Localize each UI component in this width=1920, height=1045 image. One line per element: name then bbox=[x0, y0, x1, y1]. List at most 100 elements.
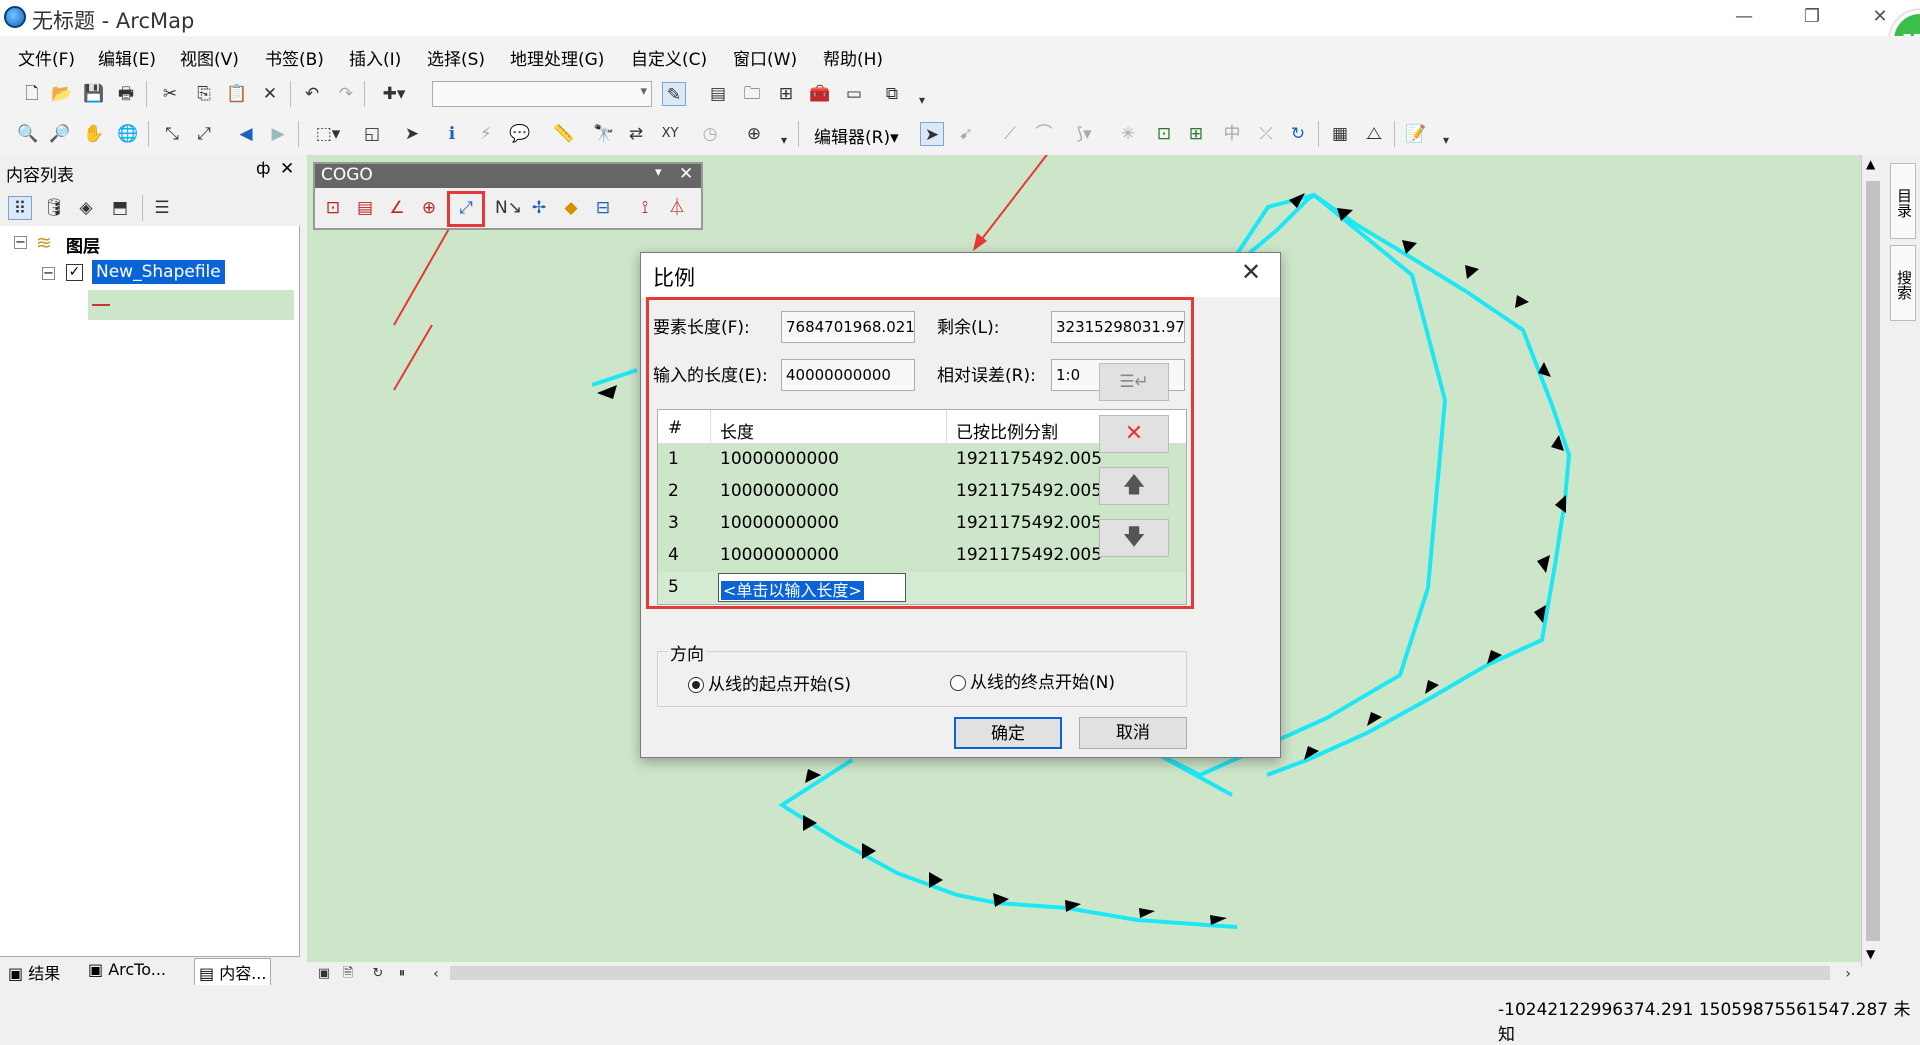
delete-icon[interactable]: ✕ bbox=[258, 82, 282, 106]
new-document-icon[interactable]: 🗋 bbox=[20, 82, 44, 106]
minimize-button[interactable]: — bbox=[1724, 4, 1764, 30]
redo-icon[interactable]: ↷ bbox=[334, 82, 358, 106]
layers-root[interactable]: 图层 bbox=[66, 232, 100, 257]
column-header-length[interactable]: 长度 bbox=[720, 418, 754, 443]
toolbar-options-icon[interactable]: ▾ bbox=[910, 88, 934, 112]
toolbar-options-icon[interactable]: ▾ bbox=[1434, 128, 1458, 152]
map-scale-combo[interactable]: ▾ bbox=[432, 81, 652, 107]
remainder-field[interactable]: 32315298031.979 bbox=[1051, 311, 1185, 343]
table-of-contents-icon[interactable]: ▤ bbox=[706, 82, 730, 106]
rotate-icon[interactable]: ↻ bbox=[1286, 122, 1310, 146]
close-icon[interactable]: ✕ bbox=[679, 164, 693, 184]
edit-tool-icon[interactable]: ➤ bbox=[920, 122, 944, 146]
tab-results[interactable]: ▣ 结果 bbox=[8, 960, 60, 984]
tab-toc[interactable]: ▤ 内容... bbox=[194, 958, 272, 986]
scroll-up-icon[interactable]: ▲ bbox=[1866, 157, 1875, 171]
visibility-checkbox[interactable]: ✓ bbox=[66, 264, 83, 281]
editor-toolbar-icon[interactable]: ✎ bbox=[662, 82, 686, 106]
menu-edit[interactable]: 编辑(E) bbox=[98, 45, 156, 70]
cut-polygons-icon[interactable]: 中 bbox=[1220, 122, 1244, 146]
save-icon[interactable]: 💾 bbox=[82, 82, 106, 106]
menu-insert[interactable]: 插入(I) bbox=[349, 45, 401, 70]
time-slider-icon[interactable]: ◷ bbox=[698, 122, 722, 146]
go-to-xy-icon[interactable]: XY bbox=[658, 122, 682, 146]
print-icon[interactable]: 🖶 bbox=[114, 82, 138, 106]
scroll-down-icon[interactable]: ▼ bbox=[1866, 947, 1875, 961]
angle-icon[interactable]: ∠ bbox=[385, 196, 409, 220]
python-window-icon[interactable]: ▭ bbox=[842, 82, 866, 106]
collapse-icon[interactable]: − bbox=[14, 236, 27, 249]
identify-icon[interactable]: ℹ bbox=[440, 122, 464, 146]
back-arrow-icon[interactable]: ◀ bbox=[234, 122, 258, 146]
proportion-tool-icon[interactable]: ⤢ bbox=[454, 196, 478, 220]
data-view-icon[interactable]: ▣ bbox=[312, 962, 336, 986]
edit-vertices-icon[interactable]: ⊡ bbox=[1152, 122, 1176, 146]
move-down-button[interactable]: 🡇 bbox=[1099, 519, 1169, 557]
chevron-down-icon[interactable]: ▾ bbox=[655, 165, 662, 180]
scroll-left-icon[interactable]: ‹ bbox=[424, 962, 448, 986]
paste-icon[interactable]: 📋 bbox=[225, 82, 249, 106]
construct-icon[interactable]: ◆ bbox=[559, 196, 583, 220]
endpoint-arc-icon[interactable]: ⌒ bbox=[1032, 122, 1056, 146]
cut-icon[interactable]: ✂ bbox=[158, 82, 182, 106]
add-data-icon[interactable]: ✚▾ bbox=[374, 82, 414, 106]
menu-selection[interactable]: 选择(S) bbox=[427, 45, 485, 70]
radio-from-start[interactable]: 从线的起点开始(S) bbox=[688, 670, 851, 695]
restore-button[interactable]: ❐ bbox=[1792, 4, 1832, 30]
move-up-button[interactable]: 🡅 bbox=[1099, 467, 1169, 505]
modelbuilder-icon[interactable]: ⧉ bbox=[880, 82, 904, 106]
options-icon[interactable]: ☰ bbox=[150, 196, 174, 220]
search-dock-tab[interactable]: 搜索 bbox=[1890, 245, 1916, 321]
clear-selection-icon[interactable]: ◱ bbox=[360, 122, 384, 146]
pin-icon[interactable]: ф bbox=[256, 159, 271, 179]
split-into-cogo-icon[interactable]: ⟟ bbox=[633, 196, 657, 220]
column-header-scaled[interactable]: 已按比例分割 bbox=[956, 418, 1058, 443]
measure-icon[interactable]: 📏 bbox=[552, 122, 576, 146]
editor-menu[interactable]: 编辑器(R)▾ bbox=[814, 123, 899, 148]
pan-icon[interactable]: ✋ bbox=[82, 122, 106, 146]
point-icon[interactable]: ✳ bbox=[1116, 122, 1140, 146]
cogo-area-icon[interactable]: ⏃ bbox=[665, 196, 689, 220]
menu-customize[interactable]: 自定义(C) bbox=[631, 45, 707, 70]
arctoolbox-icon[interactable]: 🧰 bbox=[808, 82, 832, 106]
undo-icon[interactable]: ↶ bbox=[300, 82, 324, 106]
full-extent-icon[interactable]: 🌐 bbox=[116, 122, 140, 146]
column-header-number[interactable]: # bbox=[668, 418, 682, 438]
fixed-zoom-in-icon[interactable]: ⤡ bbox=[160, 122, 184, 146]
tab-arctoolbox[interactable]: ▣ ArcTo... bbox=[88, 960, 166, 979]
ok-button[interactable]: 确定 bbox=[954, 717, 1062, 749]
menu-geoprocessing[interactable]: 地理处理(G) bbox=[510, 45, 604, 70]
map-vertical-scrollbar[interactable]: ▲ ▼ bbox=[1861, 155, 1883, 967]
cogo-report-icon[interactable]: ▤ bbox=[353, 196, 377, 220]
zoom-in-icon[interactable]: 🔍 bbox=[16, 122, 40, 146]
fixed-zoom-out-icon[interactable]: ⤢ bbox=[192, 122, 216, 146]
table-row-new[interactable]: 5 <单击以输入长度> bbox=[658, 572, 1186, 604]
scroll-thumb[interactable] bbox=[1866, 181, 1880, 941]
menu-help[interactable]: 帮助(H) bbox=[823, 45, 883, 70]
pause-icon[interactable]: ⏸ bbox=[390, 962, 414, 986]
edit-annotation-icon[interactable]: ➹ bbox=[954, 122, 978, 146]
split-icon[interactable]: ⤫ bbox=[1254, 122, 1278, 146]
reshape-icon[interactable]: ⊞ bbox=[1184, 122, 1208, 146]
attributes-icon[interactable]: ▦ bbox=[1328, 122, 1352, 146]
insert-row-button[interactable]: ☰↵ bbox=[1099, 363, 1169, 401]
radio-from-end[interactable]: 从线的终点开始(N) bbox=[950, 668, 1115, 693]
select-elements-icon[interactable]: ➤ bbox=[400, 122, 424, 146]
menu-windows[interactable]: 窗口(W) bbox=[733, 45, 797, 70]
html-popup-icon[interactable]: 💬 bbox=[508, 122, 532, 146]
menu-view[interactable]: 视图(V) bbox=[180, 45, 239, 70]
collapse-icon[interactable]: − bbox=[42, 267, 55, 280]
trace-icon[interactable]: ⟆▾ bbox=[1066, 122, 1102, 146]
list-by-selection-icon[interactable]: ⬒ bbox=[108, 196, 132, 220]
dialog-close-button[interactable]: ✕ bbox=[1241, 258, 1261, 286]
zoom-out-icon[interactable]: 🔎 bbox=[48, 122, 72, 146]
menu-bookmarks[interactable]: 书签(B) bbox=[265, 45, 324, 70]
new-length-input[interactable]: <单击以输入长度> bbox=[718, 573, 906, 602]
curve-calculator-icon[interactable]: ⊕ bbox=[417, 196, 441, 220]
add-point-icon[interactable]: ✢ bbox=[527, 196, 551, 220]
forward-arrow-icon[interactable]: ▶ bbox=[266, 122, 290, 146]
refresh-icon[interactable]: ↻ bbox=[366, 962, 390, 986]
cancel-button[interactable]: 取消 bbox=[1079, 717, 1187, 749]
layout-view-icon[interactable]: 🗎 bbox=[336, 962, 360, 986]
north-arrow-icon[interactable]: N↘ bbox=[495, 196, 522, 220]
